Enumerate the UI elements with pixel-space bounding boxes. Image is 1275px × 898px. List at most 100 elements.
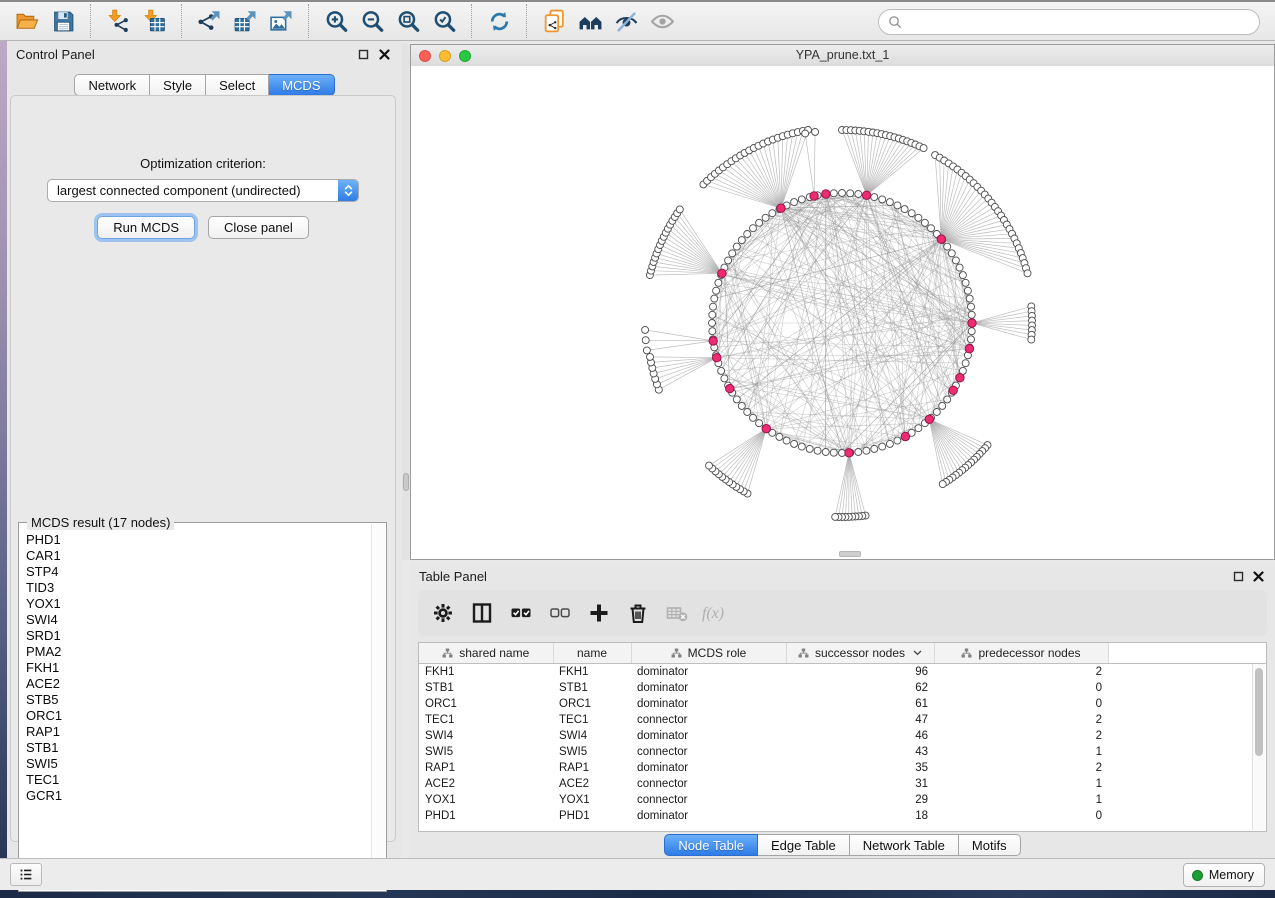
mcds-hub-node[interactable] — [956, 374, 964, 382]
tab-network-table[interactable]: Network Table — [850, 834, 959, 856]
graph-node[interactable] — [921, 219, 928, 226]
table-cell[interactable]: 1 — [934, 792, 1108, 808]
run-mcds-button[interactable]: Run MCDS — [97, 216, 195, 239]
table-cell[interactable]: 43 — [786, 744, 934, 760]
table-cell[interactable]: SWI4 — [553, 728, 631, 744]
graph-node[interactable] — [642, 337, 649, 344]
mcds-result-item[interactable]: FKH1 — [20, 660, 372, 676]
table-cell[interactable]: dominator — [631, 728, 786, 744]
graph-node[interactable] — [920, 145, 927, 152]
import-network-button[interactable] — [100, 5, 136, 37]
close-table-panel-button[interactable] — [1252, 570, 1265, 583]
mcds-result-item[interactable]: ACE2 — [20, 676, 372, 692]
mcds-hub-node[interactable] — [901, 432, 909, 440]
graph-node[interactable] — [956, 264, 963, 271]
graph-node[interactable] — [968, 328, 975, 335]
graph-node[interactable] — [847, 190, 854, 197]
mcds-result-item[interactable]: STB5 — [20, 692, 372, 708]
table-cell[interactable]: 2 — [934, 664, 1108, 681]
table-cell[interactable]: dominator — [631, 664, 786, 681]
table-cell[interactable]: RAP1 — [553, 760, 631, 776]
graph-node[interactable] — [1028, 336, 1035, 343]
table-cell[interactable]: PHD1 — [419, 808, 553, 824]
table-cell[interactable]: 18 — [786, 808, 934, 824]
graph-node[interactable] — [915, 214, 922, 221]
table-cell[interactable]: 2 — [934, 712, 1108, 728]
graph-node[interactable] — [871, 445, 878, 452]
graph-node[interactable] — [744, 231, 751, 238]
graph-node[interactable] — [721, 375, 728, 382]
table-cell[interactable]: ORC1 — [553, 696, 631, 712]
mcds-hub-node[interactable] — [949, 386, 957, 394]
create-column-button[interactable] — [584, 597, 614, 629]
network-horizontal-scrollbar[interactable] — [839, 551, 861, 557]
table-cell[interactable]: 61 — [786, 696, 934, 712]
column-header-MCDS-role[interactable]: MCDS role — [631, 643, 786, 664]
table-cell[interactable]: 0 — [934, 680, 1108, 696]
table-cell[interactable]: connector — [631, 744, 786, 760]
mcds-result-item[interactable]: YOX1 — [20, 596, 372, 612]
graph-node[interactable] — [750, 225, 757, 232]
table-row[interactable]: TEC1TEC1connector472 — [419, 712, 1266, 728]
open-file-button[interactable] — [9, 5, 45, 37]
graph-node[interactable] — [738, 237, 745, 244]
table-cell[interactable]: YOX1 — [419, 792, 553, 808]
table-cell[interactable]: 1 — [934, 744, 1108, 760]
graph-node[interactable] — [718, 367, 725, 374]
table-row[interactable]: SWI4SWI4dominator462 — [419, 728, 1266, 744]
graph-node[interactable] — [830, 190, 837, 197]
table-cell[interactable]: 29 — [786, 792, 934, 808]
graph-node[interactable] — [968, 303, 975, 310]
mcds-result-item[interactable]: GCR1 — [20, 788, 372, 804]
graph-node[interactable] — [959, 272, 966, 279]
graph-node[interactable] — [968, 336, 975, 343]
table-cell[interactable]: dominator — [631, 760, 786, 776]
table-cell[interactable]: 31 — [786, 776, 934, 792]
mcds-result-item[interactable]: PHD1 — [20, 532, 372, 548]
tab-edge-table[interactable]: Edge Table — [758, 834, 850, 856]
graph-node[interactable] — [908, 210, 915, 217]
graph-node[interactable] — [939, 481, 946, 488]
mcds-hub-node[interactable] — [762, 425, 770, 433]
zoom-in-button[interactable] — [318, 5, 354, 37]
float-table-panel-button[interactable] — [1232, 570, 1245, 583]
show-panels-list-button[interactable] — [10, 863, 42, 886]
save-session-button[interactable] — [45, 5, 81, 37]
graph-node[interactable] — [725, 257, 732, 264]
table-cell[interactable]: SWI4 — [419, 728, 553, 744]
table-row[interactable]: ACE2ACE2connector311 — [419, 776, 1266, 792]
table-cell[interactable]: 35 — [786, 760, 934, 776]
mcds-hub-node[interactable] — [937, 235, 945, 243]
column-settings-button[interactable] — [428, 597, 458, 629]
table-cell[interactable]: connector — [631, 712, 786, 728]
table-vertical-scrollbar[interactable] — [1252, 664, 1265, 830]
table-cell[interactable]: STB1 — [419, 680, 553, 696]
mcds-result-item[interactable]: TID3 — [20, 580, 372, 596]
graph-node[interactable] — [901, 206, 908, 213]
graph-node[interactable] — [962, 279, 969, 286]
tab-mcds[interactable]: MCDS — [269, 74, 334, 96]
zoom-out-button[interactable] — [354, 5, 390, 37]
graph-node[interactable] — [855, 191, 862, 198]
table-row[interactable]: YOX1YOX1connector291 — [419, 792, 1266, 808]
graph-node[interactable] — [783, 437, 790, 444]
mcds-hub-node[interactable] — [810, 192, 818, 200]
mcds-result-item[interactable]: CAR1 — [20, 548, 372, 564]
graph-node[interactable] — [1024, 270, 1031, 277]
network-graph[interactable] — [411, 66, 1274, 559]
optimization-criterion-select[interactable]: largest connected component (undirected) — [47, 179, 359, 202]
graph-node[interactable] — [709, 320, 716, 327]
network-vertical-scrollbar[interactable] — [402, 44, 410, 560]
mcds-hub-node[interactable] — [713, 354, 721, 362]
graph-node[interactable] — [871, 194, 878, 201]
mcds-result-item[interactable]: PMA2 — [20, 644, 372, 660]
graph-node[interactable] — [886, 440, 893, 447]
graph-node[interactable] — [744, 409, 751, 416]
graph-node[interactable] — [839, 190, 846, 197]
table-cell[interactable]: PHD1 — [553, 808, 631, 824]
column-header-name[interactable]: name — [553, 643, 631, 664]
table-cell[interactable]: STB1 — [553, 680, 631, 696]
graph-node[interactable] — [822, 449, 829, 456]
table-row[interactable]: RAP1RAP1dominator352 — [419, 760, 1266, 776]
export-table-button[interactable] — [227, 5, 263, 37]
